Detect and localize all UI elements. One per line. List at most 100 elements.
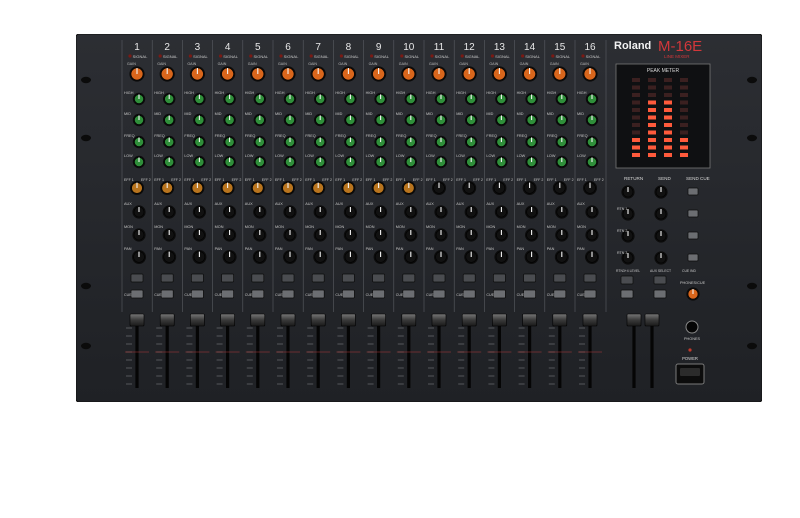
- low-knob[interactable]: [223, 155, 236, 169]
- mid-knob[interactable]: [465, 113, 478, 127]
- mute-button[interactable]: [553, 273, 567, 283]
- aux-knob[interactable]: [313, 205, 327, 219]
- freq-knob[interactable]: [344, 135, 357, 149]
- pan-knob[interactable]: [403, 250, 418, 264]
- cue-button[interactable]: [191, 289, 204, 299]
- eff-knob[interactable]: [220, 181, 235, 195]
- mid-knob[interactable]: [555, 113, 568, 127]
- mute-button[interactable]: [191, 273, 204, 283]
- master-fader[interactable]: [644, 313, 660, 327]
- cue-button[interactable]: [342, 289, 355, 299]
- low-knob[interactable]: [404, 155, 417, 169]
- cue-button[interactable]: [160, 289, 174, 299]
- freq-knob[interactable]: [132, 135, 146, 149]
- gain-knob[interactable]: [491, 66, 507, 82]
- eff-knob[interactable]: [522, 181, 537, 195]
- mute-button[interactable]: [130, 273, 144, 283]
- high-knob[interactable]: [283, 92, 297, 106]
- freq-knob[interactable]: [495, 135, 508, 149]
- gain-knob[interactable]: [522, 66, 538, 82]
- pan-knob[interactable]: [222, 250, 237, 264]
- mute-button[interactable]: [281, 273, 295, 283]
- cue-button[interactable]: [432, 289, 446, 299]
- eff-knob[interactable]: [371, 181, 386, 195]
- cue-button[interactable]: [281, 289, 295, 299]
- eff-knob[interactable]: [341, 181, 356, 195]
- low-knob[interactable]: [193, 155, 206, 169]
- mid-knob[interactable]: [434, 113, 448, 127]
- channel-fader[interactable]: [552, 313, 568, 327]
- pan-knob[interactable]: [434, 250, 448, 264]
- aux-knob[interactable]: [434, 205, 448, 219]
- high-knob[interactable]: [163, 92, 176, 106]
- mid-knob[interactable]: [253, 113, 266, 127]
- aux-knob[interactable]: [192, 205, 206, 219]
- low-knob[interactable]: [374, 155, 387, 169]
- mon-knob[interactable]: [404, 228, 418, 242]
- freq-knob[interactable]: [525, 135, 538, 149]
- cue-button[interactable]: [462, 289, 476, 299]
- freq-knob[interactable]: [404, 135, 417, 149]
- channel-fader[interactable]: [492, 313, 507, 327]
- aux-cue-button[interactable]: [653, 289, 667, 299]
- mon-knob[interactable]: [525, 228, 539, 242]
- mon-knob[interactable]: [343, 228, 357, 242]
- gain-knob[interactable]: [582, 66, 598, 82]
- aux-select-button[interactable]: [653, 275, 667, 285]
- pan-knob[interactable]: [343, 250, 358, 264]
- gain-knob[interactable]: [189, 66, 205, 82]
- mid-knob[interactable]: [314, 113, 327, 127]
- mute-button[interactable]: [311, 273, 325, 283]
- low-knob[interactable]: [314, 155, 327, 169]
- aux-knob[interactable]: [283, 205, 297, 219]
- freq-knob[interactable]: [193, 135, 206, 149]
- mid-knob[interactable]: [132, 113, 146, 127]
- low-knob[interactable]: [585, 155, 599, 169]
- phones-cue-knob[interactable]: [686, 287, 700, 301]
- high-knob[interactable]: [555, 92, 568, 106]
- low-knob[interactable]: [434, 155, 448, 169]
- pan-knob[interactable]: [373, 250, 388, 264]
- mon-knob[interactable]: [374, 228, 388, 242]
- mid-knob[interactable]: [223, 113, 236, 127]
- mid-knob[interactable]: [404, 113, 417, 127]
- mon-knob[interactable]: [555, 228, 569, 242]
- phones-jack[interactable]: [685, 320, 699, 334]
- cue-button[interactable]: [402, 289, 416, 299]
- channel-fader[interactable]: [220, 313, 235, 327]
- gain-knob[interactable]: [401, 66, 417, 82]
- channel-fader[interactable]: [129, 313, 145, 327]
- aux-knob[interactable]: [223, 205, 237, 219]
- high-knob[interactable]: [374, 92, 387, 106]
- mid-knob[interactable]: [374, 113, 387, 127]
- channel-fader[interactable]: [431, 313, 447, 327]
- mid-knob[interactable]: [344, 113, 357, 127]
- mon-knob[interactable]: [494, 228, 508, 242]
- send-knob[interactable]: [654, 207, 668, 221]
- gain-knob[interactable]: [310, 66, 326, 82]
- high-knob[interactable]: [525, 92, 538, 106]
- gain-knob[interactable]: [129, 66, 145, 82]
- channel-fader[interactable]: [250, 313, 266, 327]
- channel-fader[interactable]: [341, 313, 356, 327]
- mute-button[interactable]: [462, 273, 476, 283]
- aux-knob[interactable]: [494, 205, 508, 219]
- cue-button[interactable]: [311, 289, 325, 299]
- pan-knob[interactable]: [464, 250, 479, 264]
- pan-knob[interactable]: [132, 250, 146, 264]
- cue-button[interactable]: [130, 289, 144, 299]
- eff-knob[interactable]: [492, 181, 507, 195]
- eff-knob[interactable]: [190, 181, 205, 195]
- channel-fader[interactable]: [461, 313, 477, 327]
- mute-button[interactable]: [160, 273, 174, 283]
- mon-knob[interactable]: [192, 228, 206, 242]
- pan-knob[interactable]: [554, 250, 569, 264]
- aux-knob[interactable]: [374, 205, 388, 219]
- pan-knob[interactable]: [313, 250, 328, 264]
- channel-fader[interactable]: [280, 313, 296, 327]
- eff-knob[interactable]: [432, 181, 446, 195]
- eff-knob[interactable]: [250, 181, 265, 195]
- pan-knob[interactable]: [192, 250, 207, 264]
- eff-knob[interactable]: [130, 181, 144, 195]
- channel-fader[interactable]: [159, 313, 175, 327]
